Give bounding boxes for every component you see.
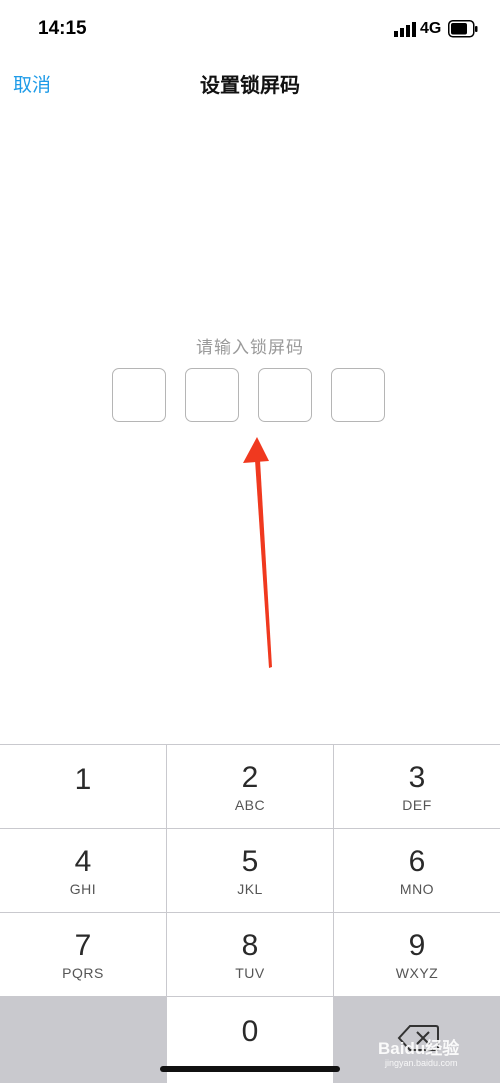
code-box-2[interactable] (185, 368, 239, 422)
key-digit: 3 (408, 761, 426, 794)
code-box-3[interactable] (258, 368, 312, 422)
status-time: 14:15 (38, 18, 87, 39)
keypad-blank (0, 997, 166, 1083)
key-letters: ABC (234, 797, 266, 813)
key-9[interactable]: 9 WXYZ (334, 913, 500, 996)
key-digit: 0 (241, 1015, 259, 1048)
key-digit: 5 (241, 845, 259, 878)
key-digit: 7 (74, 929, 92, 962)
nav-bar: 取消 设置锁屏码 (0, 58, 500, 104)
key-3[interactable]: 3 DEF (334, 745, 500, 828)
network-label: 4G (420, 20, 442, 37)
watermark-url: jingyan.baidu.com (385, 1058, 458, 1068)
key-digit: 1 (74, 763, 92, 796)
battery-icon (448, 20, 478, 38)
watermark-text: Baidu经验 (378, 1039, 460, 1058)
code-input-group[interactable] (112, 368, 388, 424)
key-8[interactable]: 8 TUV (167, 913, 333, 996)
key-letters: MNO (399, 881, 435, 897)
key-5[interactable]: 5 JKL (167, 829, 333, 912)
key-digit: 2 (241, 761, 259, 794)
key-letters: DEF (402, 797, 432, 813)
key-2[interactable]: 2 ABC (167, 745, 333, 828)
key-letters: JKL (237, 881, 263, 897)
code-box-1[interactable] (112, 368, 166, 422)
key-letters: PQRS (62, 965, 104, 981)
key-1[interactable]: 1 (0, 745, 166, 828)
key-digit: 9 (408, 929, 426, 962)
key-digit: 8 (241, 929, 259, 962)
key-digit: 6 (408, 845, 426, 878)
code-box-4[interactable] (331, 368, 385, 422)
page-title: 设置锁屏码 (200, 75, 300, 97)
signal-icon (394, 22, 416, 37)
key-4[interactable]: 4 GHI (0, 829, 166, 912)
key-6[interactable]: 6 MNO (334, 829, 500, 912)
key-letters: TUV (235, 965, 265, 981)
numeric-keypad: 1 2 ABC 3 DEF 4 GHI 5 JKL 6 MNO 7 PQRS 8 (0, 744, 500, 1083)
lock-code-setup-screen: 14:15 4G 取消 设置锁屏码 请输入锁屏码 1 2 ABC 3 DEF 4… (0, 0, 500, 1083)
key-7[interactable]: 7 PQRS (0, 913, 166, 996)
key-letters: WXYZ (395, 965, 439, 981)
key-letters: GHI (69, 881, 97, 897)
prompt-label: 请输入锁屏码 (196, 338, 304, 357)
home-indicator[interactable] (160, 1066, 340, 1072)
key-digit: 4 (74, 845, 92, 878)
status-bar: 14:15 4G (0, 0, 500, 58)
